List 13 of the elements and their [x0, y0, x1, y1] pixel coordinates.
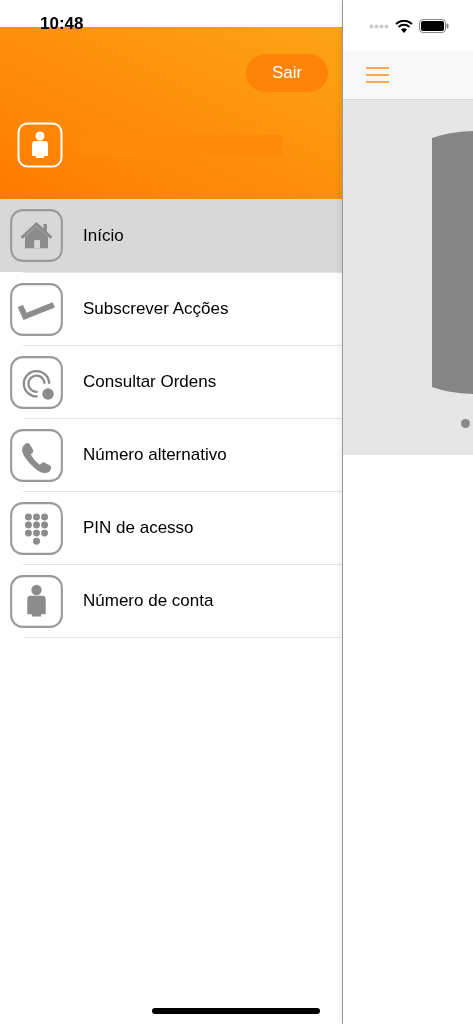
- wifi-icon: [395, 19, 413, 33]
- signal-icon: [369, 23, 389, 29]
- check-icon: [10, 282, 63, 336]
- keypad-icon: [10, 501, 63, 555]
- menu-icon[interactable]: [366, 66, 389, 83]
- battery-icon: [419, 19, 449, 33]
- phone-icon: [10, 428, 63, 482]
- person-icon: [10, 574, 63, 628]
- home-icon: [10, 209, 63, 262]
- menu-item[interactable]: Início: [0, 199, 342, 272]
- target-icon: [10, 355, 63, 409]
- page-dot-icon: [461, 419, 470, 428]
- avatar-icon: [17, 122, 63, 168]
